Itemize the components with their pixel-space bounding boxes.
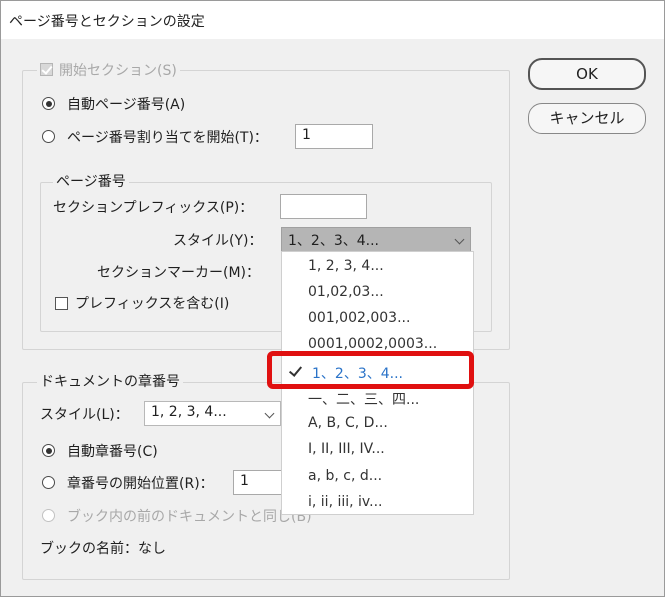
selection-highlight-annotation <box>267 351 474 389</box>
same-as-previous-radio[interactable] <box>42 509 55 522</box>
page-numbering-legend: ページ番号 <box>53 171 129 191</box>
style-option[interactable]: 0001,0002,0003... <box>308 336 437 352</box>
section-prefix-input[interactable] <box>280 194 367 219</box>
same-as-previous-label: ブック内の前のドキュメントと同じ(B) <box>67 509 312 525</box>
section-marker-label: セクションマーカー(M)： <box>97 265 261 281</box>
start-page-number-label: ページ番号割り当てを開始(T)： <box>67 130 268 146</box>
title-bar: ページ番号とセクションの設定 <box>1 1 664 39</box>
chapter-style-value: 1, 2, 3, 4... <box>151 404 227 420</box>
start-chapter-input[interactable]: 1 <box>233 470 283 495</box>
book-name-label: ブックの名前：なし <box>40 541 166 557</box>
window-title: ページ番号とセクションの設定 <box>9 14 205 30</box>
style-option[interactable]: i, ii, iii, iv... <box>308 494 382 510</box>
page-style-value: 1、2、3、4... <box>288 233 379 249</box>
auto-page-number-label: 自動ページ番号(A) <box>67 97 186 113</box>
start-page-number-input[interactable]: 1 <box>295 124 373 149</box>
chapter-legend: ドキュメントの章番号 <box>37 371 183 391</box>
section-start-legend: 開始セクション(S) <box>37 60 180 80</box>
style-option[interactable]: A, B, C, D... <box>308 415 388 431</box>
dialog-window: ページ番号とセクションの設定 OK キャンセル 開始セクション(S) 自動ページ… <box>0 0 665 597</box>
chevron-down-icon <box>454 234 465 245</box>
section-start-label: 開始セクション(S) <box>59 63 177 79</box>
cancel-button[interactable]: キャンセル <box>528 103 646 134</box>
chevron-down-icon <box>264 408 275 419</box>
style-option[interactable]: a, b, c, d... <box>308 468 382 484</box>
style-option[interactable]: 一、二、三、四... <box>308 389 419 409</box>
include-prefix-checkbox[interactable] <box>55 297 68 310</box>
style-option[interactable]: 01,02,03... <box>308 284 384 300</box>
page-style-select[interactable]: 1、2、3、4... <box>281 227 471 252</box>
auto-chapter-label: 自動章番号(C) <box>67 444 158 460</box>
section-start-checkbox[interactable] <box>40 63 53 76</box>
chapter-style-label: スタイル(L)： <box>40 407 129 423</box>
start-page-number-radio[interactable] <box>42 130 55 143</box>
section-prefix-label: セクションプレフィックス(P)： <box>53 200 254 216</box>
start-chapter-radio[interactable] <box>42 476 55 489</box>
page-style-label: スタイル(Y)： <box>173 233 263 249</box>
auto-page-number-radio[interactable] <box>42 97 55 110</box>
ok-button[interactable]: OK <box>528 58 646 90</box>
auto-chapter-radio[interactable] <box>42 444 55 457</box>
style-option[interactable]: I, II, III, IV... <box>308 441 385 457</box>
include-prefix-label: プレフィックスを含む(I) <box>75 296 230 312</box>
style-option[interactable]: 001,002,003... <box>308 310 410 326</box>
chapter-style-select[interactable]: 1, 2, 3, 4... <box>144 401 281 426</box>
start-chapter-label: 章番号の開始位置(R)： <box>67 476 214 492</box>
style-option[interactable]: 1, 2, 3, 4... <box>308 258 384 274</box>
